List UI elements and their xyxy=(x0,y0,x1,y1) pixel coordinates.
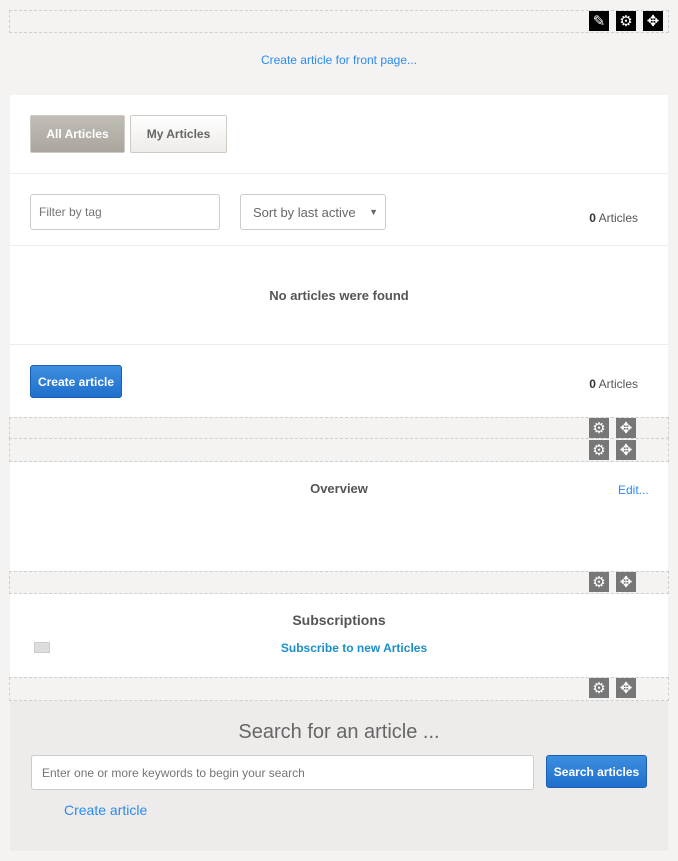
gear-icon[interactable]: ⚙ xyxy=(589,418,609,438)
search-title: Search for an article ... xyxy=(238,721,440,743)
articles-panel: All Articles My Articles Sort by last ac… xyxy=(10,95,668,417)
subscriptions-title: Subscriptions xyxy=(292,612,386,628)
article-count-top: 0 Articles xyxy=(589,211,638,225)
search-articles-button[interactable]: Search articles xyxy=(546,755,647,788)
move-icon[interactable]: ✥ xyxy=(616,572,636,592)
create-front-page-article-link[interactable]: Create article for front page... xyxy=(0,53,678,67)
search-input[interactable] xyxy=(31,755,534,790)
overview-title: Overview xyxy=(310,481,368,496)
search-panel: Search for an article ... Search article… xyxy=(10,701,668,851)
create-article-button[interactable]: Create article xyxy=(30,365,122,398)
edit-overview-link[interactable]: Edit... xyxy=(618,483,649,497)
widget-toolbar: ⚙ ✥ xyxy=(9,571,669,594)
move-icon[interactable]: ✥ xyxy=(643,11,663,31)
create-article-link[interactable]: Create article xyxy=(64,802,147,818)
empty-message: No articles were found xyxy=(269,288,409,303)
overview-panel: Overview Edit... xyxy=(10,462,668,571)
gear-icon[interactable]: ⚙ xyxy=(589,440,609,460)
widget-toolbar: ⚙ ✥ xyxy=(9,417,669,439)
gear-icon[interactable]: ⚙ xyxy=(589,678,609,698)
subscribe-link[interactable]: Subscribe to new Articles xyxy=(10,641,678,655)
widget-toolbar: ⚙ ✥ xyxy=(9,438,669,462)
gear-icon[interactable]: ⚙ xyxy=(616,11,636,31)
sort-select[interactable]: Sort by last active ▼ xyxy=(240,194,386,230)
tab-all-articles[interactable]: All Articles xyxy=(30,115,125,153)
move-icon[interactable]: ✥ xyxy=(616,678,636,698)
chevron-down-icon: ▼ xyxy=(369,207,378,217)
subscriptions-panel: Subscriptions Subscribe to new Articles xyxy=(10,594,668,677)
article-count-bottom: 0 Articles xyxy=(589,377,638,391)
move-icon[interactable]: ✥ xyxy=(616,418,636,438)
pencil-icon[interactable]: ✎ xyxy=(589,11,609,31)
gear-icon[interactable]: ⚙ xyxy=(589,572,609,592)
widget-toolbar: ⚙ ✥ xyxy=(9,677,669,701)
filter-by-tag-input[interactable] xyxy=(30,194,220,230)
sort-value: Sort by last active xyxy=(253,204,356,220)
top-widget-toolbar: ✎ ⚙ ✥ xyxy=(9,10,669,33)
move-icon[interactable]: ✥ xyxy=(616,440,636,460)
tab-my-articles[interactable]: My Articles xyxy=(130,115,227,153)
